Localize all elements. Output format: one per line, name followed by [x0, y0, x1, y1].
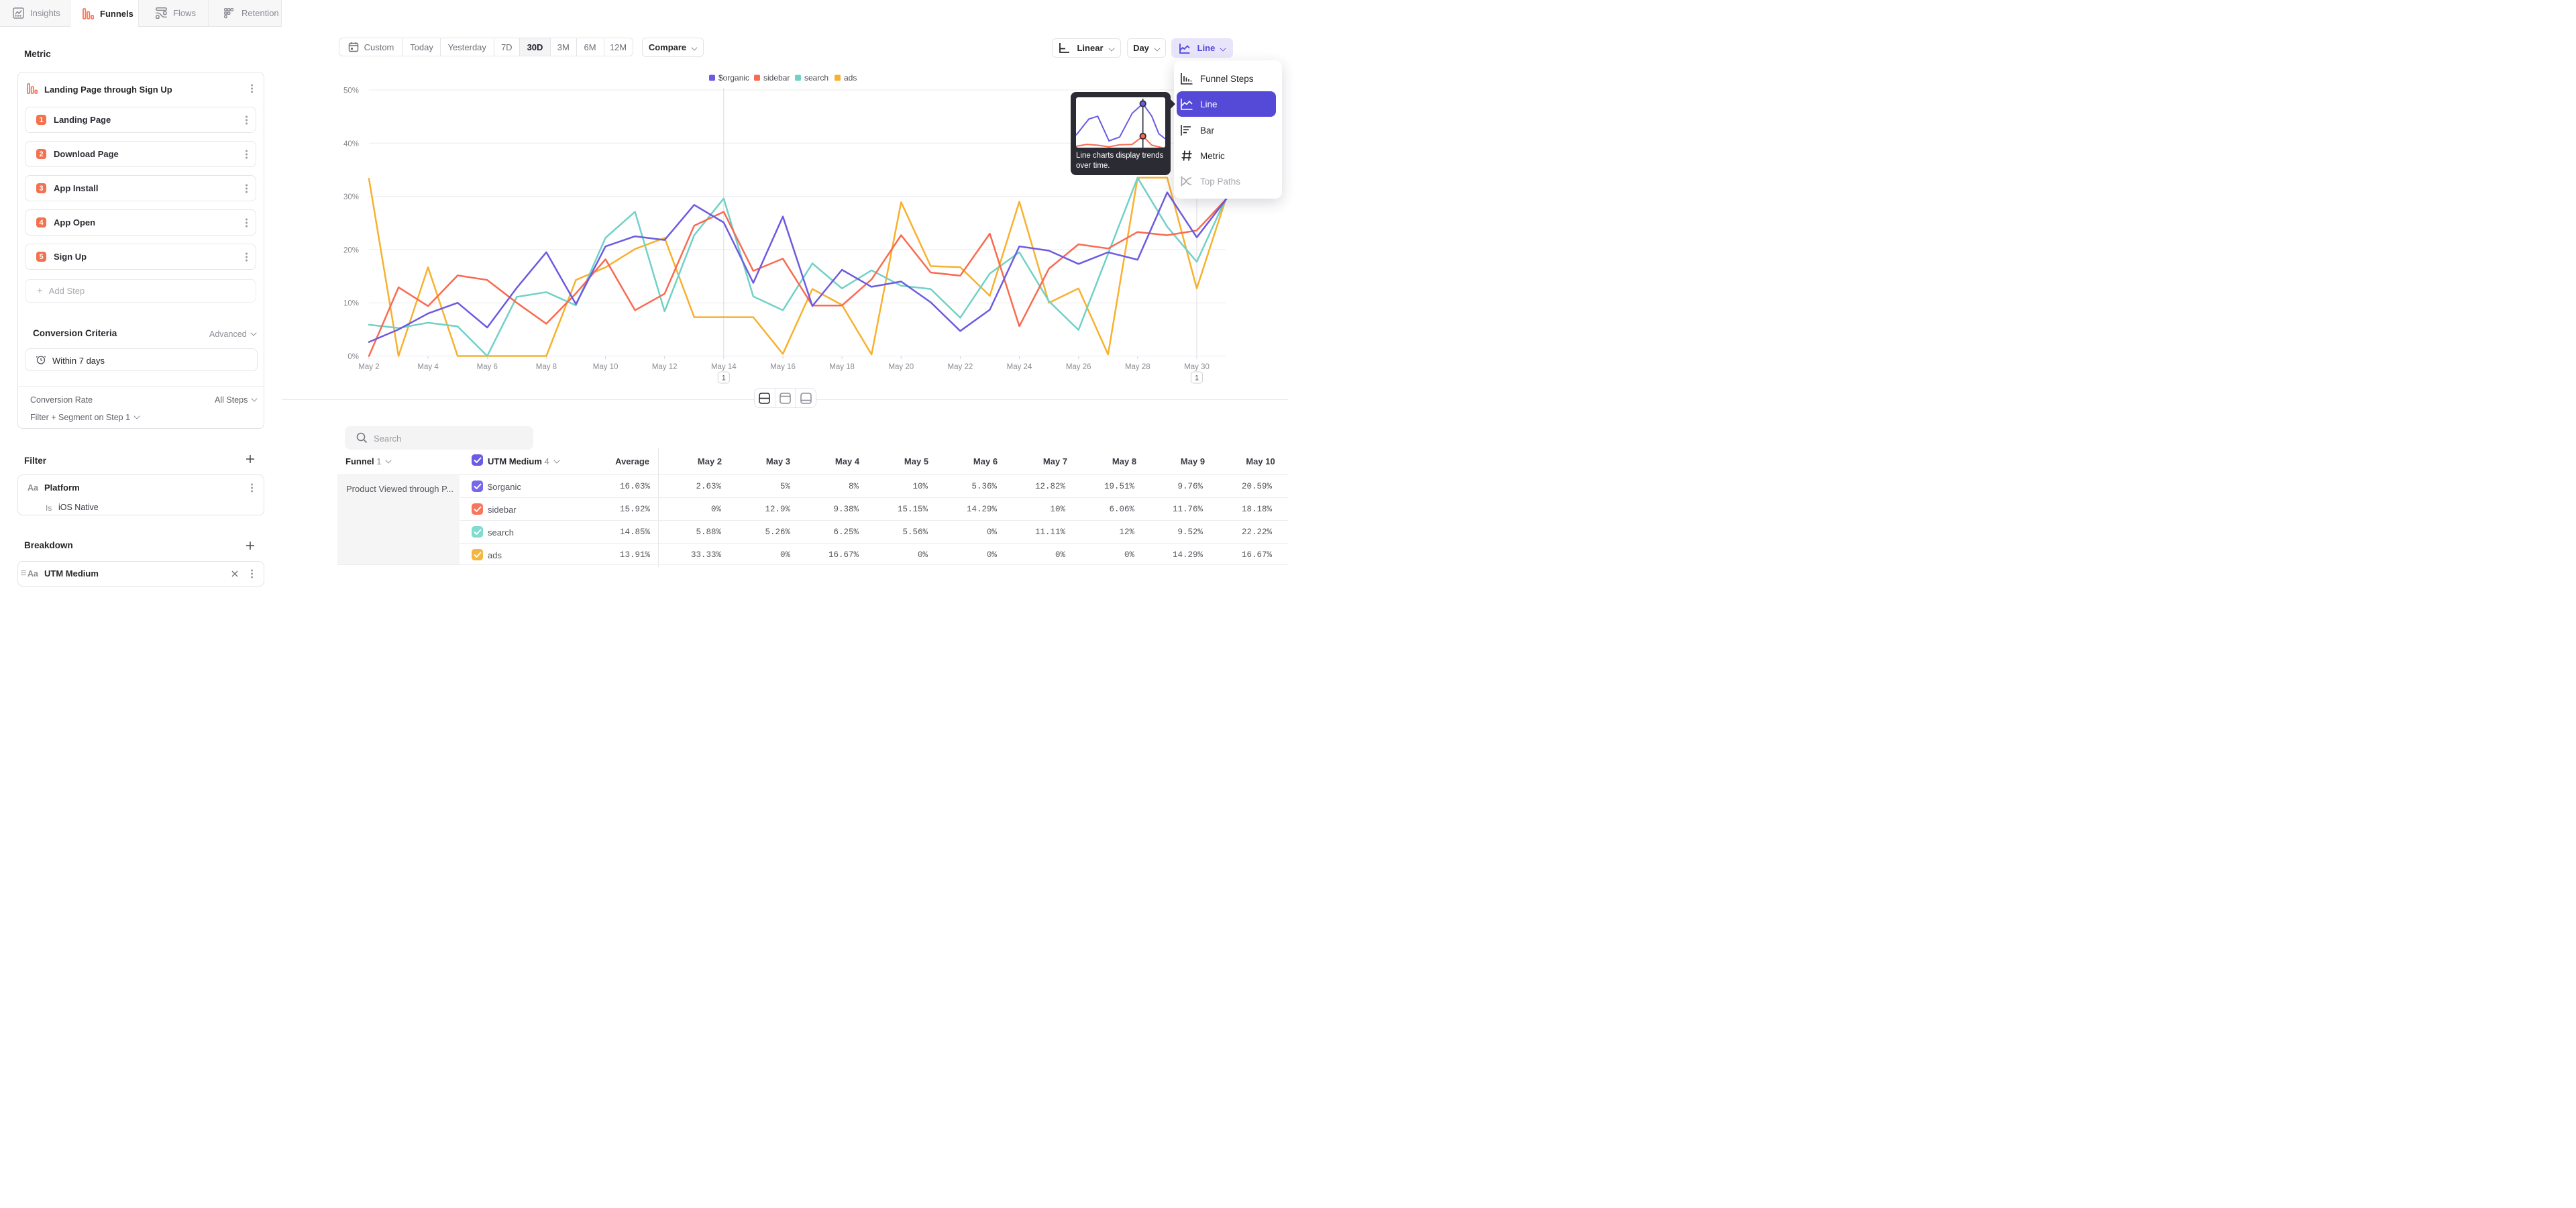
- svg-text:1: 1: [722, 374, 726, 383]
- svg-text:May 18: May 18: [829, 363, 855, 371]
- svg-text:May 28: May 28: [1125, 363, 1150, 371]
- svg-text:May 22: May 22: [948, 363, 973, 371]
- svg-text:ads: ads: [844, 73, 857, 83]
- svg-text:$organic: $organic: [718, 73, 749, 83]
- svg-text:May 30: May 30: [1184, 363, 1210, 371]
- svg-text:May 26: May 26: [1066, 363, 1091, 371]
- svg-text:May 14: May 14: [711, 363, 737, 371]
- svg-text:May 12: May 12: [652, 363, 678, 371]
- svg-text:May 20: May 20: [888, 363, 914, 371]
- svg-text:search: search: [804, 73, 828, 83]
- svg-text:May 6: May 6: [477, 363, 498, 371]
- svg-text:May 24: May 24: [1007, 363, 1032, 371]
- svg-text:May 10: May 10: [593, 363, 619, 371]
- svg-text:40%: 40%: [343, 140, 359, 148]
- svg-text:30%: 30%: [343, 193, 359, 201]
- svg-text:0%: 0%: [347, 353, 359, 361]
- svg-text:May 2: May 2: [358, 363, 379, 371]
- svg-text:sidebar: sidebar: [763, 73, 790, 83]
- svg-text:May 16: May 16: [770, 363, 796, 371]
- svg-text:20%: 20%: [343, 246, 359, 254]
- svg-text:May 8: May 8: [536, 363, 557, 371]
- svg-text:50%: 50%: [343, 87, 359, 95]
- svg-text:10%: 10%: [343, 300, 359, 308]
- svg-text:1: 1: [1195, 374, 1199, 383]
- svg-text:May 4: May 4: [417, 363, 439, 371]
